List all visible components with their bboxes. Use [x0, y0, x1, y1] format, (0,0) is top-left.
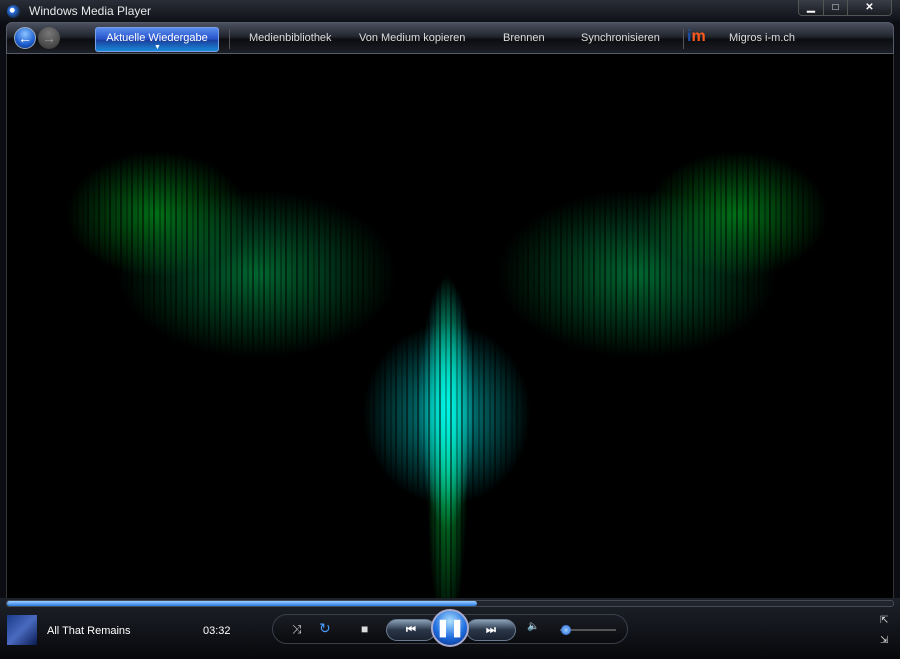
- stop-button[interactable]: ■: [361, 622, 368, 636]
- compact-mode-icon[interactable]: ⇲: [880, 635, 888, 646]
- visualization[interactable]: [6, 54, 894, 598]
- back-button[interactable]: ←: [14, 27, 36, 49]
- window-title: Windows Media Player: [29, 4, 152, 18]
- divider: [229, 29, 230, 49]
- divider: [683, 29, 684, 49]
- tab-now-playing[interactable]: Aktuelle Wiedergabe ▼: [95, 27, 219, 52]
- album-art[interactable]: [7, 615, 37, 645]
- shuffle-icon[interactable]: ⤨: [292, 622, 302, 637]
- title-bar: Windows Media Player ▁ □ ✕: [0, 0, 900, 22]
- forward-button[interactable]: →: [38, 27, 60, 49]
- nav-bar: ← → Aktuelle Wiedergabe ▼ Medienbibliothe…: [6, 22, 894, 54]
- elapsed-time[interactable]: 03:32: [203, 625, 231, 637]
- tab-label: Aktuelle Wiedergabe: [106, 32, 208, 44]
- next-button[interactable]: ⏭: [466, 619, 516, 641]
- maximize-button[interactable]: □: [823, 0, 847, 15]
- switch-to-skin-icon[interactable]: ⇱: [880, 615, 888, 626]
- pause-button[interactable]: ❚❚: [431, 609, 469, 647]
- chevron-down-icon[interactable]: ▼: [154, 44, 161, 51]
- wmp-icon: [7, 4, 20, 18]
- previous-button[interactable]: ⏮: [386, 619, 436, 641]
- tab-library[interactable]: Medienbibliothek: [249, 32, 332, 44]
- tab-burn[interactable]: Brennen: [503, 32, 545, 44]
- volume-icon[interactable]: 🔈: [527, 621, 539, 632]
- track-title: All That Remains: [47, 625, 131, 637]
- store-logo[interactable]: im: [687, 28, 706, 46]
- seek-bar[interactable]: [6, 600, 894, 607]
- volume-knob[interactable]: [560, 625, 571, 635]
- visualization-wave: [7, 54, 893, 598]
- tab-store[interactable]: Migros i-m.ch: [729, 32, 795, 44]
- seek-progress: [7, 601, 477, 606]
- minimize-button[interactable]: ▁: [799, 0, 823, 15]
- tab-rip[interactable]: Von Medium kopieren: [359, 32, 465, 44]
- close-button[interactable]: ✕: [847, 0, 891, 15]
- tab-sync[interactable]: Synchronisieren: [581, 32, 660, 44]
- repeat-icon[interactable]: ↻: [319, 620, 331, 637]
- playback-bar: All That Remains 03:32 ⤨ ↻ ■ ⏮ ⏭ ❚❚ 🔈 ⇱ …: [0, 598, 900, 659]
